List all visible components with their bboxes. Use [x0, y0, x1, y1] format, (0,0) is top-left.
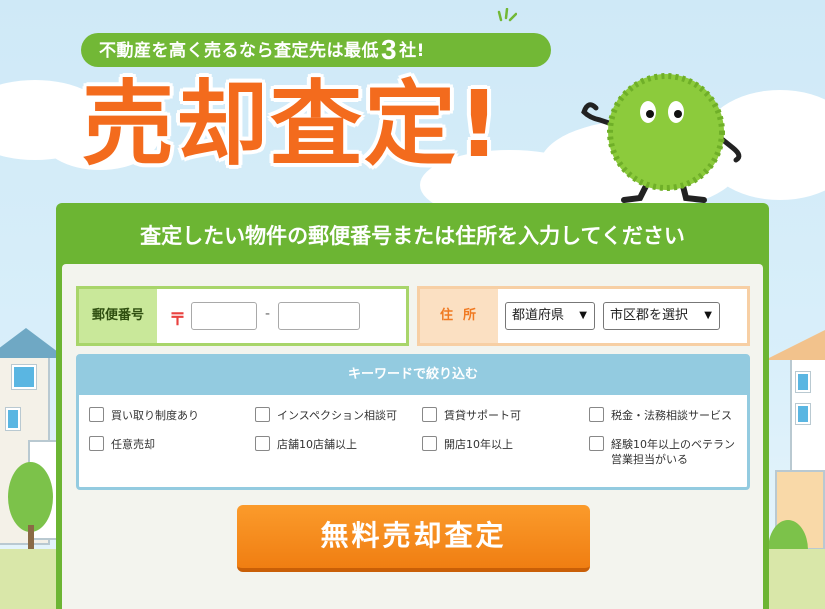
keyword-label[interactable]: 経験10年以上のベテラン営業担当がいる — [611, 437, 739, 467]
keyword-label[interactable]: インスペクション相談可 — [277, 408, 397, 423]
search-panel: 査定したい物件の郵便番号または住所を入力してください 郵便番号 〒 - 住所 都… — [56, 203, 769, 609]
mascot-icon — [581, 73, 742, 203]
prefecture-select-value: 都道府県 — [512, 308, 565, 323]
zip-code-section: 郵便番号 〒 - — [76, 286, 409, 346]
tagline-banner: 不動産を高く売るなら査定先は最低3 社! — [81, 33, 551, 67]
keyword-checkbox[interactable] — [589, 436, 604, 451]
zip-code-label: 郵便番号 — [79, 289, 157, 343]
page-headline: 売却査定! — [82, 71, 502, 178]
prefecture-select[interactable]: 都道府県 ▼ — [505, 302, 595, 330]
panel-body: 郵便番号 〒 - 住所 都道府県 ▼ 市区郡を選択 ▼ キーワードで絞り込む 買… — [62, 264, 763, 609]
keyword-filter-title: キーワードで絞り込む — [79, 357, 747, 395]
zip-dash: - — [265, 306, 271, 322]
zip-code-first-input[interactable] — [191, 302, 257, 330]
dropdown-arrow-icon: ▼ — [704, 310, 712, 321]
keyword-checkbox[interactable] — [255, 436, 270, 451]
keyword-checkbox[interactable] — [89, 407, 104, 422]
keyword-checkbox[interactable] — [422, 407, 437, 422]
keyword-label[interactable]: 店舗10店舗以上 — [277, 437, 357, 452]
keyword-checkbox[interactable] — [255, 407, 270, 422]
keyword-checkbox[interactable] — [422, 436, 437, 451]
city-select[interactable]: 市区郡を選択 ▼ — [603, 302, 720, 330]
tagline-number: 3 — [381, 34, 398, 65]
keyword-label[interactable]: 買い取り制度あり — [111, 408, 199, 423]
panel-title: 査定したい物件の郵便番号または住所を入力してください — [140, 224, 685, 248]
keyword-label[interactable]: 税金・法務相談サービス — [611, 408, 732, 423]
keyword-label[interactable]: 開店10年以上 — [444, 437, 513, 452]
keyword-filter-section: キーワードで絞り込む 買い取り制度あり インスペクション相談可 賃貸サポート可 … — [76, 354, 750, 490]
tagline-pre: 不動産を高く売るなら査定先は最低 — [99, 41, 379, 61]
keyword-label[interactable]: 賃貸サポート可 — [444, 408, 521, 423]
keyword-label[interactable]: 任意売却 — [111, 437, 155, 452]
free-appraisal-button[interactable]: 無料売却査定 — [237, 505, 590, 572]
postal-mark-icon: 〒 — [169, 310, 186, 330]
city-select-value: 市区郡を選択 — [610, 308, 689, 323]
dropdown-arrow-icon: ▼ — [579, 310, 587, 321]
tagline-post: 社! — [399, 41, 425, 61]
burst-icon — [497, 8, 517, 22]
tree — [8, 462, 53, 532]
address-label: 住所 — [420, 289, 498, 343]
address-section: 住所 都道府県 ▼ 市区郡を選択 ▼ — [417, 286, 750, 346]
zip-code-second-input[interactable] — [278, 302, 360, 330]
keyword-checkbox[interactable] — [589, 407, 604, 422]
keyword-checkbox[interactable] — [89, 436, 104, 451]
